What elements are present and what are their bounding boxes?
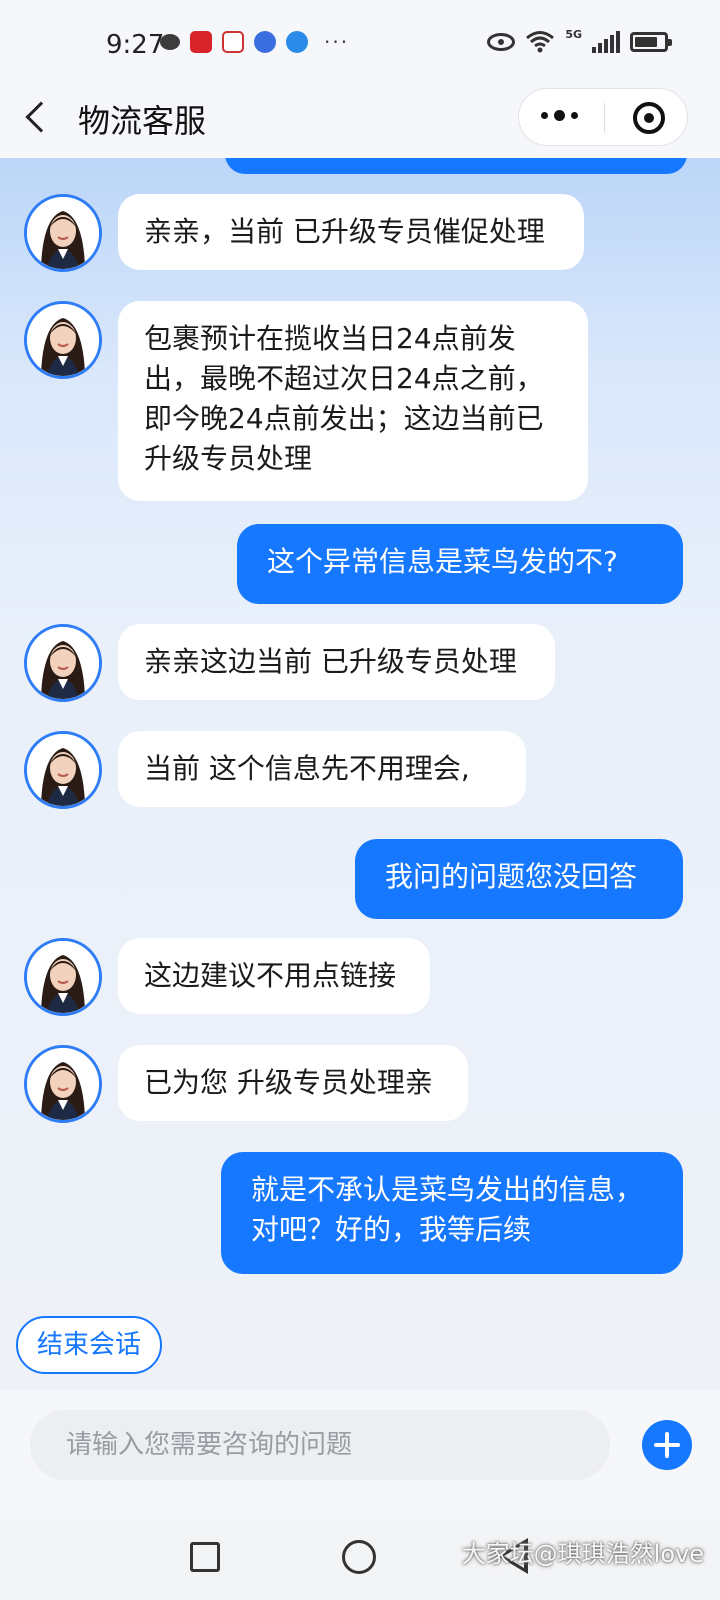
app-icon-red [190, 31, 212, 53]
system-icons: 5G [487, 27, 672, 54]
agent-avatar[interactable] [24, 731, 102, 809]
agent-message-bubble: 当前 这个信息先不用理会, [118, 731, 526, 807]
notification-icons: ··· [160, 30, 349, 54]
app-icon-mail [222, 31, 244, 53]
user-message-bubble: 这个异常信息是菜鸟发的不? [237, 524, 683, 604]
end-session-button[interactable]: 结束会话 [16, 1316, 162, 1374]
agent-avatar[interactable] [24, 624, 102, 702]
user-message-bubble: 就是不承认是菜鸟发出的信息，对吧？好的，我等后续 [221, 1152, 683, 1274]
capsule-divider [604, 103, 605, 133]
user-message-bubble: 我问的问题您没回答 [355, 839, 683, 919]
add-attachment-button[interactable] [642, 1420, 692, 1470]
agent-message-bubble: 亲亲这边当前 已升级专员处理 [118, 624, 555, 700]
network-type: 5G [565, 27, 582, 41]
wifi-icon [526, 31, 555, 53]
input-bar [0, 1390, 720, 1520]
close-mini-program-icon[interactable] [633, 102, 665, 134]
page-title: 物流客服 [78, 102, 207, 140]
eye-comfort-icon [487, 33, 516, 51]
agent-avatar[interactable] [24, 938, 102, 1016]
message-input[interactable] [30, 1410, 610, 1480]
mini-program-capsule [518, 88, 688, 146]
recent-apps-icon[interactable] [190, 1542, 220, 1572]
more-notifications-icon: ··· [324, 30, 350, 54]
agent-avatar[interactable] [24, 194, 102, 272]
more-menu-icon[interactable] [541, 110, 578, 121]
agent-message-bubble: 这边建议不用点链接 [118, 938, 430, 1014]
music-icon [254, 31, 276, 53]
chat-area[interactable]: 亲亲，当前 已升级专员催促处理 包裹预计在揽收当日24点前发出，最晚不超过次日2… [0, 158, 720, 1390]
agent-message-bubble: 包裹预计在揽收当日24点前发出，最晚不超过次日24点之前，即今晚24点前发出；这… [118, 301, 588, 501]
previous-message-bubble [225, 158, 687, 174]
system-nav-bar: 大家坛@琪琪浩然love [0, 1520, 720, 1600]
home-icon[interactable] [342, 1540, 376, 1574]
agent-message-bubble: 亲亲，当前 已升级专员催促处理 [118, 194, 584, 270]
battery-icon [630, 32, 672, 52]
status-time: 9:27 [106, 30, 165, 60]
app-header: 物流客服 [0, 84, 720, 158]
agent-avatar[interactable] [24, 301, 102, 379]
watermark: 大家坛@琪琪浩然love [461, 1540, 704, 1568]
agent-avatar[interactable] [24, 1045, 102, 1123]
wechat-icon [160, 34, 180, 50]
signal-icon [592, 31, 620, 53]
status-bar: 9:27 ··· 5G [0, 0, 720, 90]
browser-icon [286, 31, 308, 53]
back-arrow-icon[interactable] [25, 101, 57, 133]
agent-message-bubble: 已为您 升级专员处理亲 [118, 1045, 468, 1121]
